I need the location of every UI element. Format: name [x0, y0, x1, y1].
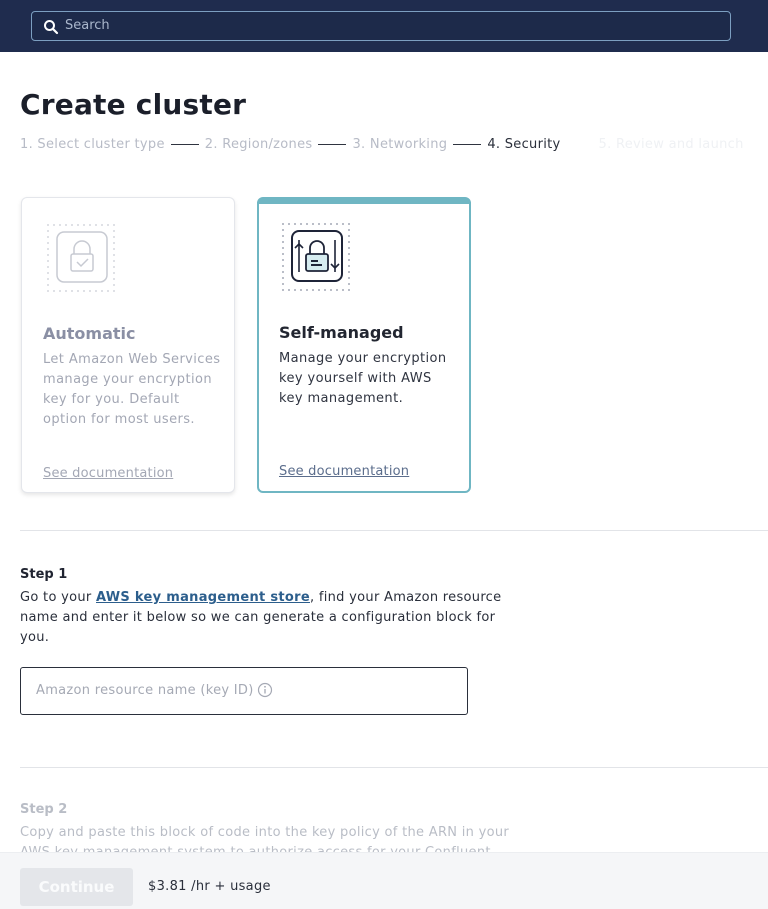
search-placeholder: Search: [65, 18, 110, 33]
see-documentation-link[interactable]: See documentation: [43, 466, 173, 481]
arn-input-field[interactable]: Amazon resource name (key ID): [20, 667, 468, 715]
step-connector: [318, 143, 347, 145]
card-title: Self-managed: [279, 323, 404, 342]
page-title: Create cluster: [20, 88, 247, 121]
footer-bar: Continue $3.81 /hr + usage: [0, 852, 768, 909]
step-connector: [170, 143, 199, 145]
step-security: 4. Security: [487, 136, 561, 152]
step1-text-before: Go to your: [20, 590, 97, 605]
step1-description: Go to your AWS key management store, fin…: [20, 588, 510, 648]
step-networking[interactable]: 3. Networking: [352, 137, 447, 152]
continue-button[interactable]: Continue: [20, 868, 133, 906]
step-region-zones[interactable]: 2. Region/zones: [205, 137, 313, 152]
card-description: Manage your encryption key yourself with…: [279, 351, 447, 406]
card-description: Let Amazon Web Services manage your encr…: [43, 352, 221, 427]
search-input[interactable]: Search: [31, 11, 731, 41]
section-divider: [20, 767, 768, 768]
step-review-and-launch: 5. Review and launch: [598, 136, 744, 152]
lock-key-icon: [282, 223, 350, 291]
step1-heading: Step 1: [20, 567, 68, 582]
card-title: Automatic: [43, 324, 136, 343]
step-select-cluster-type[interactable]: 1. Select cluster type: [20, 137, 165, 152]
arn-input-placeholder: Amazon resource name (key ID): [36, 683, 254, 698]
search-icon: [44, 20, 59, 35]
see-documentation-link[interactable]: See documentation: [279, 464, 409, 479]
section-divider: [20, 530, 768, 531]
step2-heading: Step 2: [20, 802, 68, 817]
aws-key-management-store-link[interactable]: AWS key management store: [96, 590, 310, 605]
encryption-option-self-managed[interactable]: Self-managed Manage your encryption key …: [257, 197, 471, 493]
progress-stepper: 1. Select cluster type 2. Region/zones 3…: [20, 135, 744, 153]
info-icon[interactable]: [257, 682, 273, 698]
price-label: $3.81 /hr + usage: [148, 879, 271, 894]
encryption-option-automatic[interactable]: Automatic Let Amazon Web Services manage…: [21, 197, 235, 493]
top-bar: Search: [0, 0, 768, 52]
lock-check-icon: [47, 224, 115, 292]
step-connector: [453, 143, 482, 145]
